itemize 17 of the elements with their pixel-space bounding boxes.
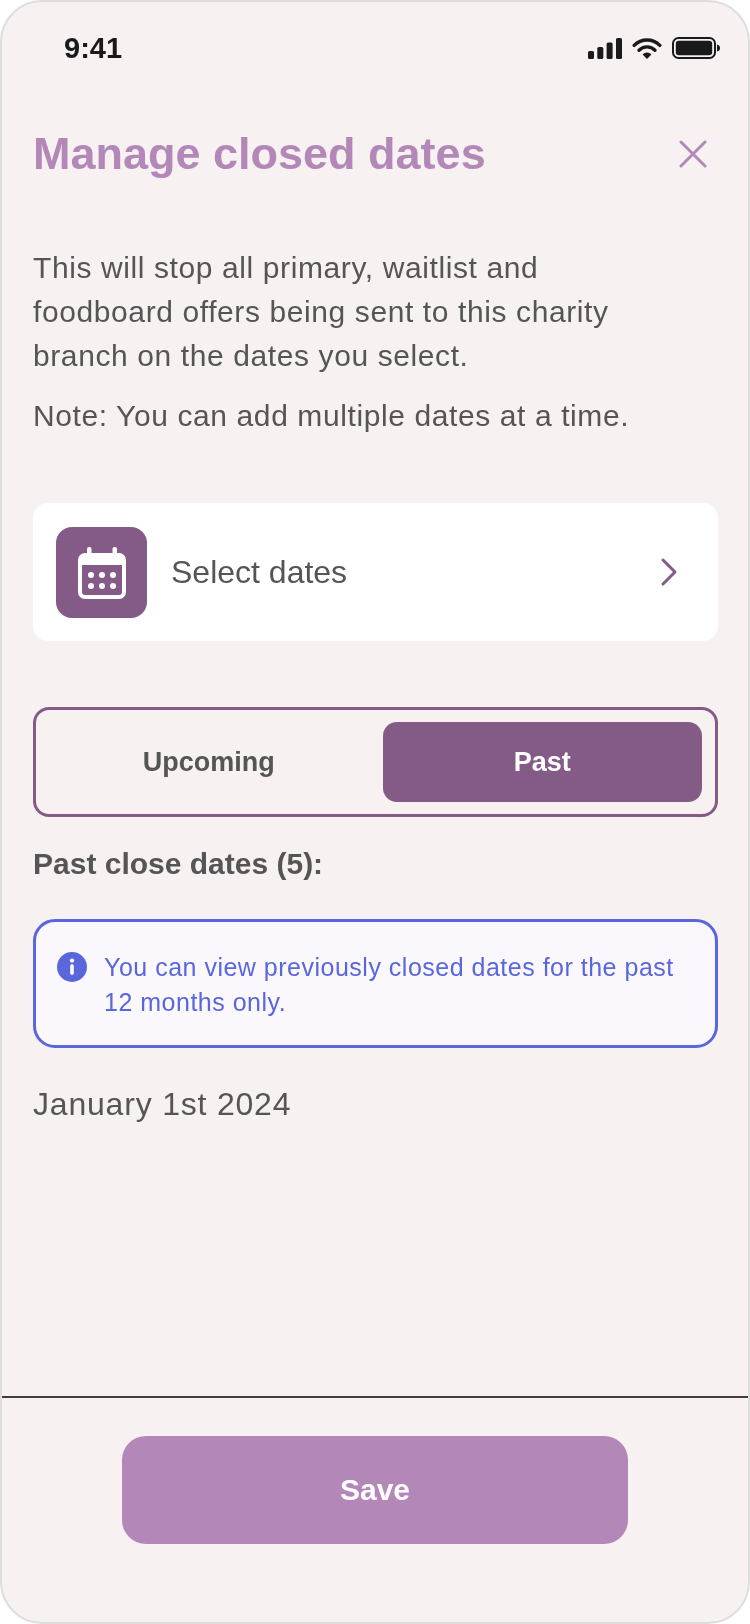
info-icon bbox=[57, 952, 87, 982]
segment-tab[interactable]: Past bbox=[382, 722, 702, 802]
calendar-icon bbox=[56, 526, 147, 618]
wifi-icon bbox=[632, 37, 662, 59]
select-dates-button[interactable]: Select dates bbox=[33, 503, 718, 641]
segment-tab[interactable]: Upcoming bbox=[49, 722, 369, 802]
section-heading: Past close dates (5): bbox=[33, 846, 325, 882]
status-time: 9:41 bbox=[64, 31, 123, 65]
signal-icon bbox=[588, 37, 622, 59]
description-text: This will stop all primary, waitlist and foodboard offers being sent to this charity branch on the dates you select. bbox=[33, 250, 610, 374]
closed-date-text: January 1st 2024 bbox=[33, 1085, 293, 1124]
close-icon bbox=[679, 140, 707, 168]
battery-icon bbox=[672, 37, 720, 59]
info-text: You can view previously closed dates for the past 12 months only. bbox=[104, 952, 675, 1018]
note-text: Note: You can add multiple dates at a time. bbox=[33, 398, 631, 434]
page-title: Manage closed dates bbox=[33, 128, 486, 180]
chevron-right-icon bbox=[660, 557, 678, 587]
